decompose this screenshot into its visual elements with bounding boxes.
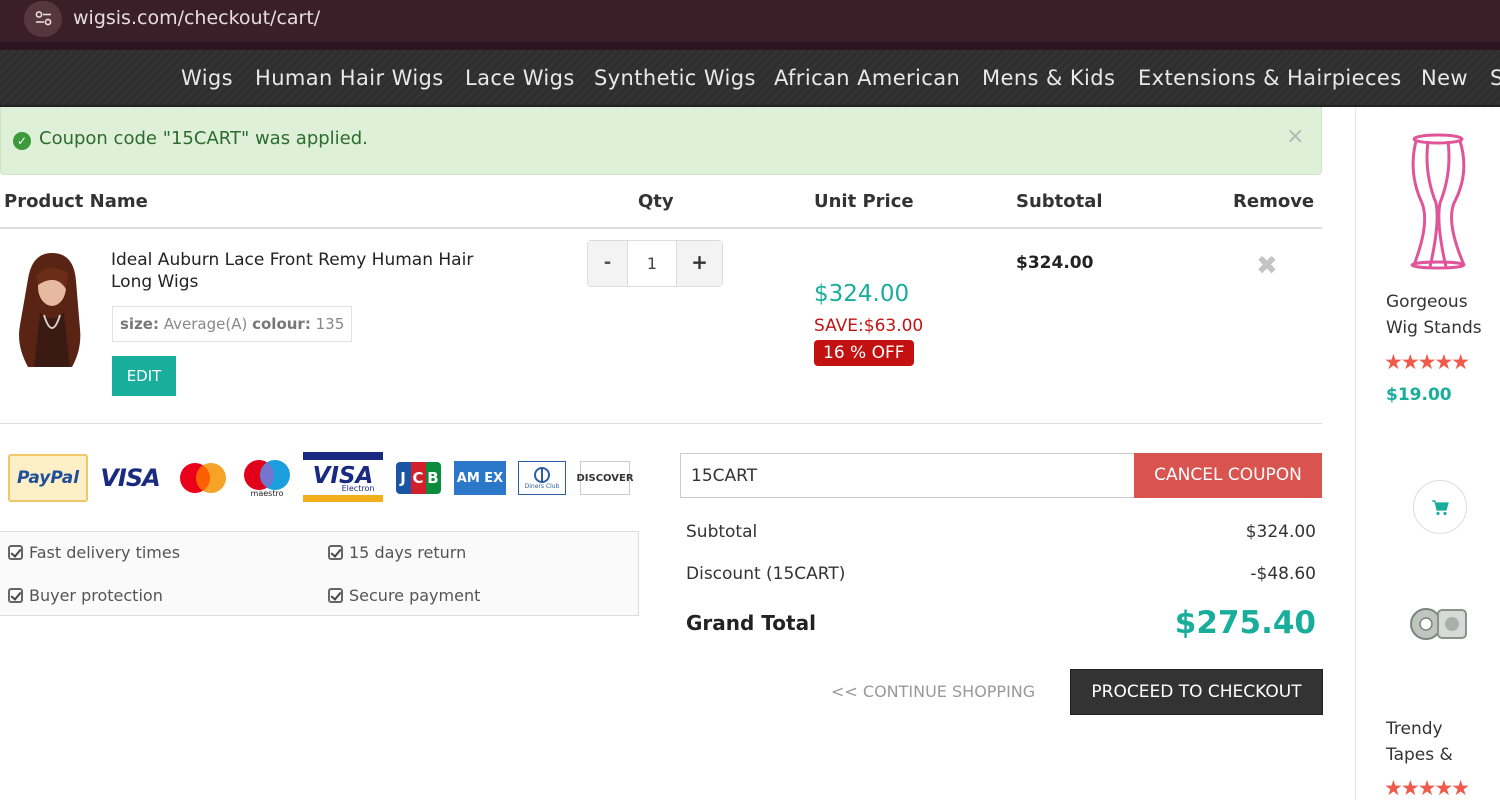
visa-logo: VISA (100, 464, 160, 492)
grand-total-value: $275.40 (1174, 605, 1316, 641)
cancel-coupon-button[interactable]: CANCEL COUPON (1134, 453, 1322, 498)
nav-item-wigs[interactable]: Wigs (181, 66, 233, 90)
row-subtotal: $324.00 (1016, 253, 1094, 273)
discover-logo: DISCOVER (576, 461, 634, 495)
header-product-name: Product Name (4, 191, 148, 212)
checkbox-icon (8, 588, 23, 603)
amex-logo: AM EX (454, 461, 506, 495)
qty-input[interactable]: 1 (628, 241, 676, 286)
diners-club-logo: Diners Club (518, 461, 566, 495)
quantity-stepper: - 1 + (587, 240, 723, 287)
edit-button[interactable]: EDIT (112, 356, 176, 396)
sidebar-product-title-line2[interactable]: Wig Stands (1386, 315, 1482, 341)
header-qty: Qty (638, 191, 674, 212)
save-amount: SAVE:$63.00 (814, 316, 924, 336)
row-divider (0, 423, 1322, 424)
main-navigation: Wigs Human Hair Wigs Lace Wigs Synthetic… (0, 50, 1500, 107)
header-divider (0, 227, 1322, 229)
jcb-letter-c: C (410, 462, 426, 494)
wig-stand-image[interactable] (1404, 133, 1474, 273)
product-name-link[interactable]: Ideal Auburn Lace Front Remy Human Hair … (111, 249, 511, 293)
jcb-letter-b: B (425, 462, 441, 494)
coupon-applied-alert: ✓ Coupon code "15CART" was applied. × (0, 107, 1322, 175)
cart-icon[interactable] (1413, 480, 1467, 534)
rating-stars: ★★★★★ (1384, 350, 1470, 374)
nav-item-mens-kids[interactable]: Mens & Kids (982, 66, 1115, 90)
sidebar-divider (1355, 107, 1356, 800)
colour-label: colour: (252, 315, 311, 333)
maestro-logo: maestro (240, 455, 294, 501)
visa-electron-sub: Electron (341, 483, 375, 493)
nav-item-lace-wigs[interactable]: Lace Wigs (465, 66, 575, 90)
checkbox-icon (328, 545, 343, 560)
product-options: size: Average(A) colour: 135 (112, 306, 353, 342)
header-remove: Remove (1233, 191, 1315, 212)
remove-icon[interactable]: ✖ (1256, 251, 1278, 281)
proceed-to-checkout-button[interactable]: PROCEED TO CHECKOUT (1070, 669, 1323, 715)
rating-stars: ★★★★★ (1384, 776, 1470, 800)
nav-item-sale[interactable]: S (1490, 66, 1500, 90)
header-subtotal: Subtotal (1016, 191, 1103, 212)
sidebar-product-title[interactable]: Gorgeous (1386, 289, 1468, 315)
qty-increase-button[interactable]: + (676, 241, 722, 286)
qty-decrease-button[interactable]: - (588, 241, 628, 286)
header-unit-price: Unit Price (814, 191, 914, 212)
maestro-label: maestro (250, 489, 284, 498)
colour-value: 135 (315, 315, 345, 333)
store-features: Fast delivery times 15 days return Buyer… (0, 531, 639, 616)
nav-item-human-hair-wigs[interactable]: Human Hair Wigs (255, 66, 444, 90)
discount-label: Discount (15CART) (686, 564, 846, 584)
jcb-logo: J C B (394, 455, 442, 501)
paypal-logo: PayPal (8, 454, 88, 502)
alert-message: Coupon code "15CART" was applied. (39, 128, 368, 149)
tape-rolls-image[interactable] (1408, 600, 1470, 644)
nav-item-extensions-hairpieces[interactable]: Extensions & Hairpieces (1138, 66, 1402, 90)
browser-strip (0, 42, 1500, 50)
checkbox-icon (8, 545, 23, 560)
feature-label: 15 days return (349, 543, 467, 562)
product-image[interactable] (8, 249, 92, 367)
size-label: size: (120, 315, 159, 333)
continue-shopping-link[interactable]: << CONTINUE SHOPPING (831, 682, 1035, 701)
mastercard-logo (176, 455, 230, 501)
sidebar-product-title-line2[interactable]: Tapes & (1386, 742, 1453, 768)
subtotal-value: $324.00 (1245, 522, 1316, 542)
size-value: Average(A) (163, 315, 248, 333)
feature-15-days-return: 15 days return (328, 543, 466, 562)
nav-item-african-american[interactable]: African American (774, 66, 960, 90)
browser-address-bar: wigsis.com/checkout/cart/ (0, 0, 1500, 42)
grand-total-label: Grand Total (686, 611, 816, 635)
unit-price: $324.00 (814, 281, 910, 307)
site-settings-icon[interactable] (24, 1, 62, 37)
discount-badge: 16 % OFF (814, 340, 914, 366)
coupon-code-input[interactable]: 15CART (680, 453, 1135, 498)
discount-value: -$48.60 (1250, 564, 1316, 584)
feature-secure-payment: Secure payment (328, 586, 480, 605)
checkbox-icon (328, 588, 343, 603)
url-text[interactable]: wigsis.com/checkout/cart/ (73, 7, 320, 29)
feature-buyer-protection: Buyer protection (8, 586, 163, 605)
feature-fast-delivery: Fast delivery times (8, 543, 180, 562)
feature-label: Secure payment (349, 586, 481, 605)
feature-label: Buyer protection (29, 586, 163, 605)
diners-label: Diners Club (524, 482, 560, 490)
close-icon[interactable]: × (1286, 124, 1304, 149)
feature-label: Fast delivery times (29, 543, 181, 562)
subtotal-label: Subtotal (686, 522, 758, 542)
sidebar-product-title[interactable]: Trendy (1386, 716, 1443, 742)
sidebar-product-price: $19.00 (1386, 385, 1452, 405)
check-circle-icon: ✓ (13, 132, 31, 150)
visa-electron-logo: VISA Electron (303, 452, 383, 502)
nav-item-synthetic-wigs[interactable]: Synthetic Wigs (594, 66, 756, 90)
jcb-letter-j: J (395, 462, 411, 494)
nav-item-new[interactable]: New (1421, 66, 1468, 90)
